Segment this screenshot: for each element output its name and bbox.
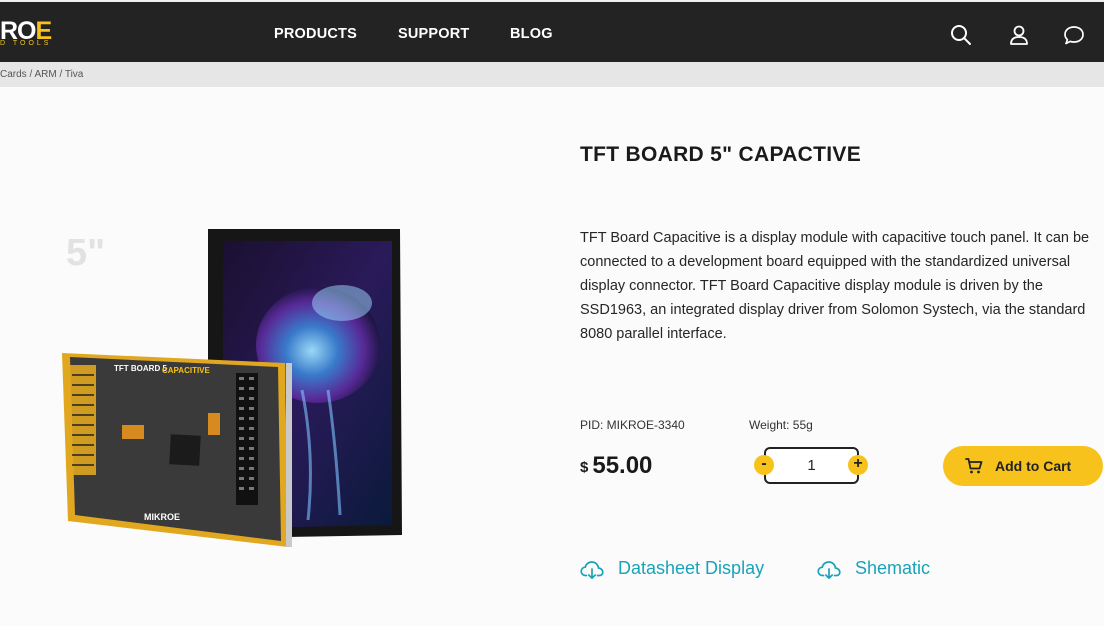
quantity-input[interactable]	[766, 449, 857, 482]
nav-products[interactable]: PRODUCTS	[274, 26, 357, 42]
add-to-cart-button[interactable]: Add to Cart	[943, 446, 1103, 486]
nav-support[interactable]: SUPPORT	[398, 26, 470, 42]
breadcrumb-text[interactable]: Cards / ARM / Tiva	[0, 69, 83, 80]
schematic-download-link[interactable]: Shematic	[817, 558, 957, 582]
cloud-download-icon	[817, 561, 841, 580]
size-badge: 5"	[66, 232, 105, 274]
search-icon[interactable]	[950, 24, 972, 46]
product-title: TFT BOARD 5" CAPACTIVE	[580, 143, 862, 166]
add-to-cart-label: Add to Cart	[995, 458, 1072, 474]
mikroe-logo[interactable]: ROE D TOOLS	[0, 19, 70, 49]
price-value: 55.00	[592, 452, 653, 479]
chat-icon[interactable]	[1063, 24, 1085, 46]
user-icon[interactable]	[1008, 24, 1030, 46]
quantity-stepper	[764, 447, 859, 484]
breadcrumb: Cards / ARM / Tiva	[0, 62, 1104, 87]
product-description: TFT Board Capacitive is a display module…	[580, 230, 1090, 342]
top-navigation-bar: ROE D TOOLS PRODUCTS SUPPORT BLOG	[0, 0, 1104, 62]
schematic-link-label: Shematic	[855, 558, 931, 578]
increase-quantity-button[interactable]: +	[848, 455, 868, 475]
datasheet-download-link[interactable]: Datasheet Display	[580, 558, 790, 582]
cloud-download-icon	[580, 561, 604, 580]
board-label: TFT BOARD 5	[114, 364, 167, 373]
product-weight: Weight: 55g	[749, 418, 813, 432]
board-brand: MIKROE	[144, 512, 180, 522]
product-id: PID: MIKROE-3340	[580, 418, 685, 432]
product-image: 5" TFT BOARD 5 CAPACITIVE MIKROE	[40, 215, 420, 570]
logo-tagline: D TOOLS	[0, 40, 52, 47]
cart-icon	[965, 458, 983, 474]
product-price: $55.00	[580, 452, 652, 480]
board-sublabel: CAPACITIVE	[162, 366, 211, 375]
nav-blog[interactable]: BLOG	[510, 26, 553, 42]
decrease-quantity-button[interactable]: -	[754, 455, 774, 475]
datasheet-link-label: Datasheet Display	[618, 558, 765, 578]
currency-symbol: $	[580, 459, 589, 476]
